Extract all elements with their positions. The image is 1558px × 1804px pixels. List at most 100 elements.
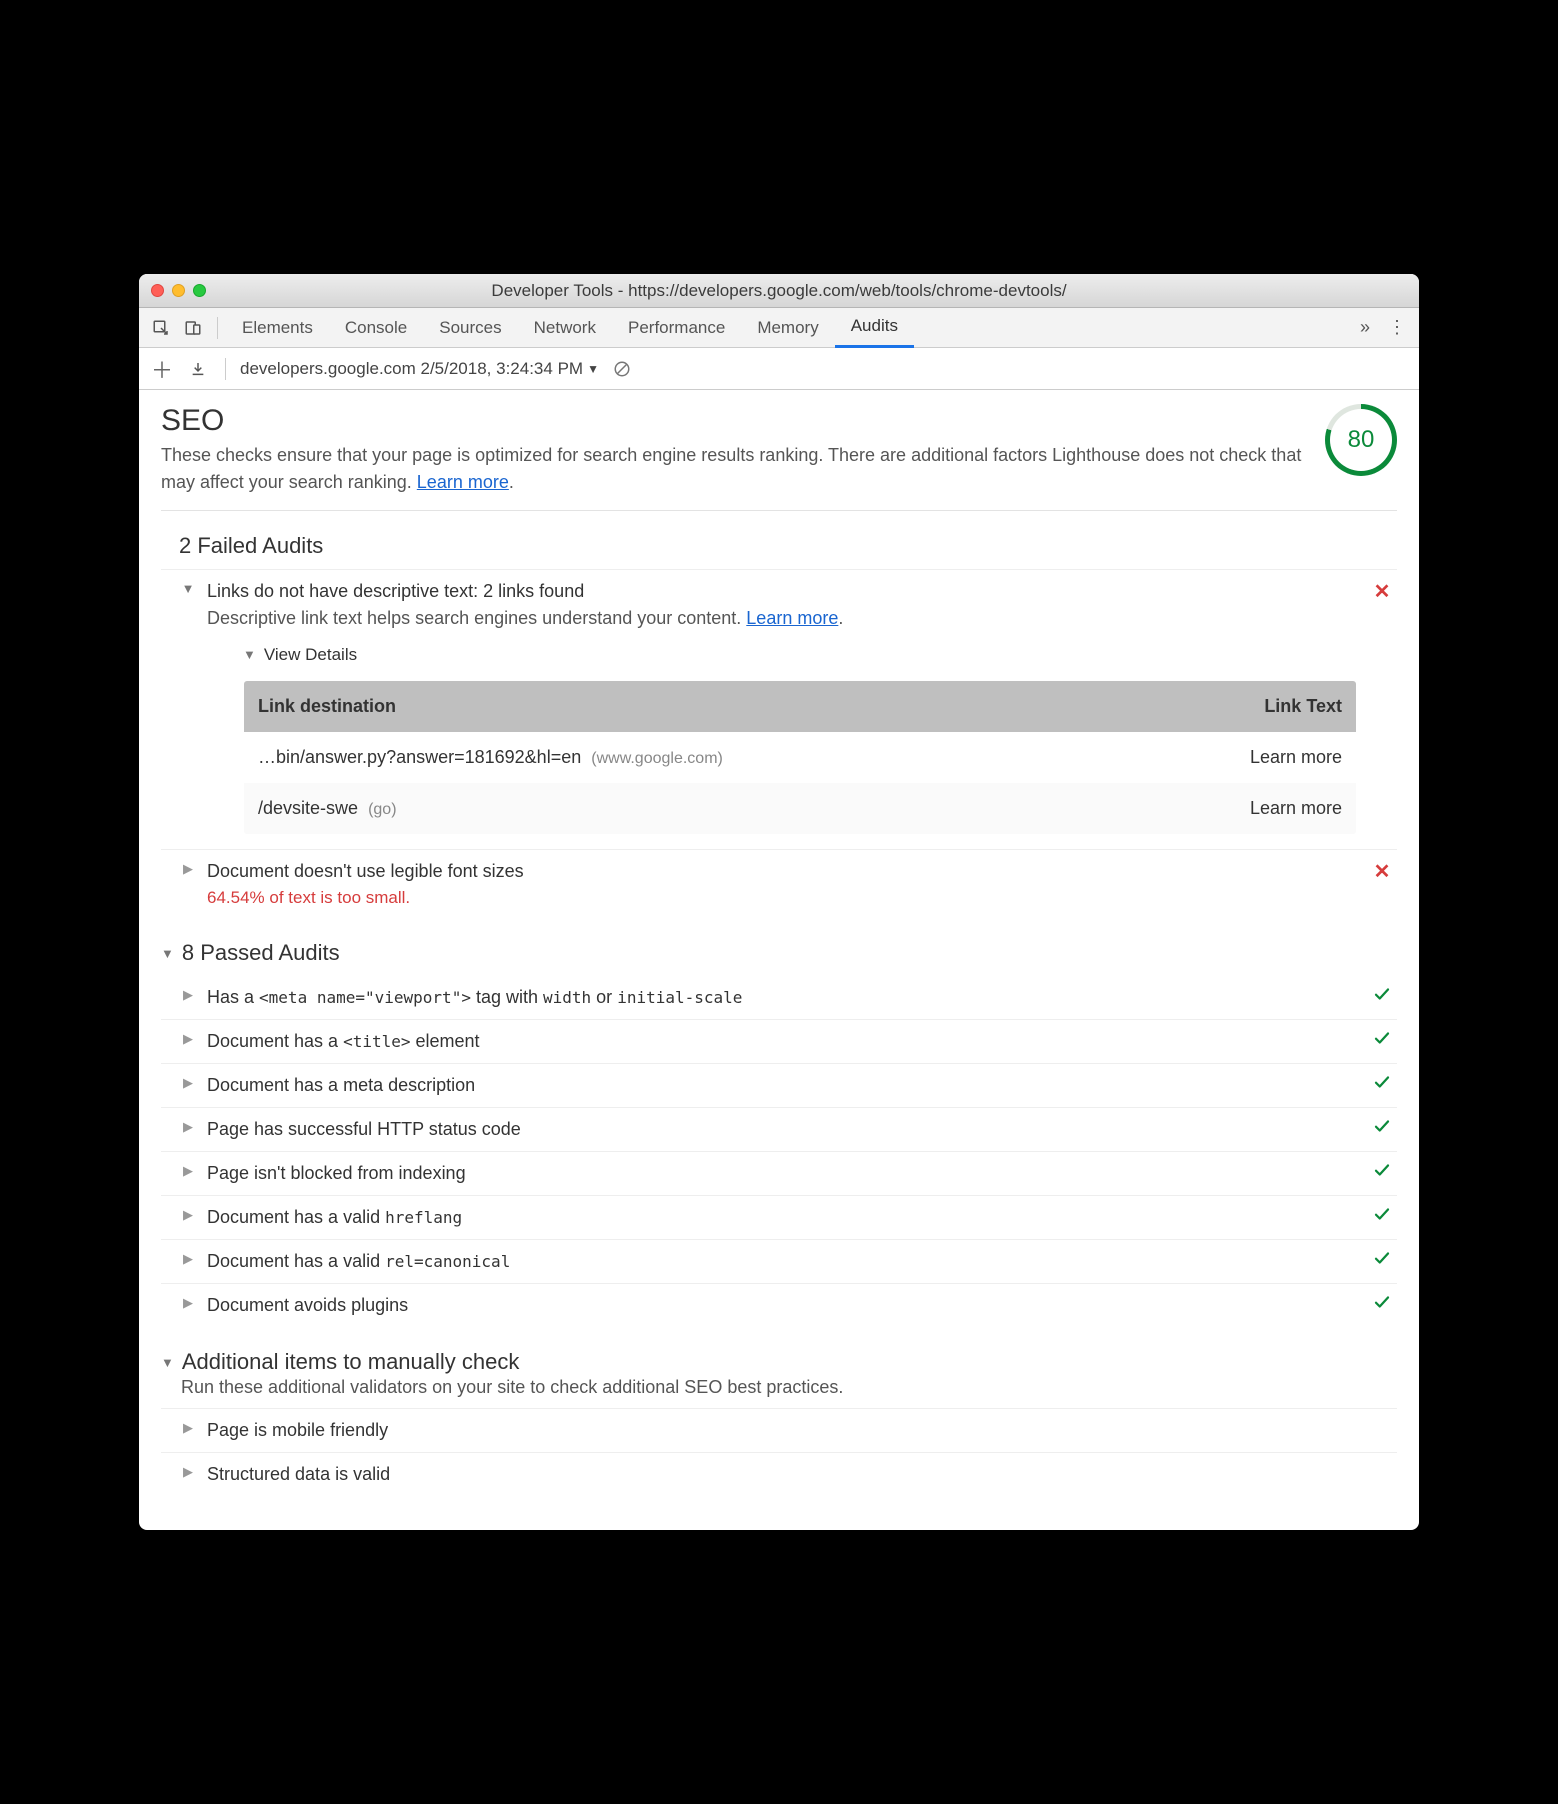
pass-icon [1367,984,1397,1009]
view-details-toggle[interactable]: ▼ View Details [243,642,1357,668]
chevron-down-icon: ▼ [587,362,599,376]
audit-title: Structured data is valid [207,1461,1357,1488]
traffic-lights [151,284,206,297]
audit-row-failed: ▶ Document doesn't use legible font size… [161,849,1397,919]
device-toolbar-icon[interactable] [177,312,209,344]
audits-toolbar: ＋ developers.google.com 2/5/2018, 3:24:3… [139,348,1419,390]
column-header: Link Text [1138,680,1357,732]
report-label: developers.google.com 2/5/2018, 3:24:34 … [240,359,583,379]
audit-title: Document has a meta description [207,1072,1357,1099]
audit-title: Page has successful HTTP status code [207,1116,1357,1143]
divider [225,358,226,380]
download-report-icon[interactable] [185,356,211,382]
titlebar: Developer Tools - https://developers.goo… [139,274,1419,308]
expand-toggle[interactable]: ▶ [179,1417,197,1436]
expand-toggle[interactable]: ▶ [179,1072,197,1091]
expand-toggle[interactable]: ▶ [179,1028,197,1047]
divider [217,317,218,339]
audit-title: Document has a <title> element [207,1028,1357,1055]
expand-toggle[interactable]: ▶ [179,1292,197,1311]
window-title: Developer Tools - https://developers.goo… [151,281,1407,301]
audit-row-manual: ▶ Structured data is valid [161,1452,1397,1496]
failed-audits-title: 2 Failed Audits [179,533,1397,559]
audit-row-passed: ▶ Document has a <title> element [161,1019,1397,1063]
category-title: SEO [161,404,1305,438]
audit-title: Has a <meta name="viewport"> tag with wi… [207,984,1357,1011]
devtools-tabstrip: Elements Console Sources Network Perform… [139,308,1419,348]
tab-console[interactable]: Console [329,308,423,348]
manual-checks-description: Run these additional validators on your … [181,1377,1397,1398]
audit-title: Document doesn't use legible font sizes [207,858,1357,885]
audit-row-passed: ▶ Page isn't blocked from indexing [161,1151,1397,1195]
chevron-down-icon: ▼ [161,946,174,961]
link-details-table: Link destination Link Text …bin/answer.p… [243,680,1357,835]
audit-row-passed: ▶ Has a <meta name="viewport"> tag with … [161,976,1397,1019]
pass-icon [1367,1116,1397,1141]
audit-details: ▼ View Details Link destination Link Tex… [235,642,1357,835]
new-audit-icon[interactable]: ＋ [149,356,175,382]
expand-toggle[interactable]: ▶ [179,1248,197,1267]
minimize-window-button[interactable] [172,284,185,297]
pass-icon [1367,1028,1397,1053]
audit-title: Document has a valid hreflang [207,1204,1357,1231]
expand-toggle[interactable]: ▼ [179,578,197,596]
expand-toggle[interactable]: ▶ [179,984,197,1003]
manual-checks-group: ▼ Additional items to manually check Run… [161,1349,1397,1496]
column-header: Link destination [244,680,1138,732]
manual-checks-toggle[interactable]: ▼ Additional items to manually check [161,1349,1397,1375]
table-row: …bin/answer.py?answer=181692&hl=en (www.… [244,732,1357,783]
category-description: These checks ensure that your page is op… [161,442,1305,496]
audit-title: Document has a valid rel=canonical [207,1248,1357,1275]
zoom-window-button[interactable] [193,284,206,297]
score-value: 80 [1348,426,1375,454]
report-selector[interactable]: developers.google.com 2/5/2018, 3:24:34 … [240,359,599,379]
audit-row-passed: ▶ Document avoids plugins [161,1283,1397,1327]
audit-row-manual: ▶ Page is mobile friendly [161,1408,1397,1452]
fail-icon: ✕ [1367,578,1397,604]
pass-icon [1367,1160,1397,1185]
tab-memory[interactable]: Memory [741,308,834,348]
chevron-down-icon: ▼ [243,645,256,665]
tab-elements[interactable]: Elements [226,308,329,348]
expand-toggle[interactable]: ▶ [179,1160,197,1179]
audit-warning-text: 64.54% of text is too small. [207,885,1357,911]
expand-toggle[interactable]: ▶ [179,858,197,877]
passed-audits-toggle[interactable]: ▼ 8 Passed Audits [161,940,1397,966]
tab-sources[interactable]: Sources [423,308,517,348]
chevron-down-icon: ▼ [161,1355,174,1370]
tab-network[interactable]: Network [518,308,612,348]
panel-tabs: Elements Console Sources Network Perform… [226,308,1349,348]
seo-header: SEO These checks ensure that your page i… [161,404,1397,511]
pass-icon [1367,1248,1397,1273]
score-gauge: 80 [1325,404,1397,476]
audit-title: Page is mobile friendly [207,1417,1357,1444]
pass-icon [1367,1292,1397,1317]
pass-icon [1367,1204,1397,1229]
audit-row-passed: ▶ Page has successful HTTP status code [161,1107,1397,1151]
tab-performance[interactable]: Performance [612,308,741,348]
passed-audits-group: ▼ 8 Passed Audits ▶ Has a <meta name="vi… [161,940,1397,1327]
kebab-menu-icon[interactable]: ⋮ [1381,317,1413,338]
audit-subtext: Descriptive link text helps search engin… [207,605,1357,632]
expand-toggle[interactable]: ▶ [179,1204,197,1223]
more-tabs-icon[interactable]: » [1349,317,1381,338]
audit-row-passed: ▶ Document has a valid hreflang [161,1195,1397,1239]
devtools-window: Developer Tools - https://developers.goo… [139,274,1419,1530]
learn-more-link[interactable]: Learn more [417,472,509,492]
clear-icon[interactable] [609,356,635,382]
inspect-element-icon[interactable] [145,312,177,344]
expand-toggle[interactable]: ▶ [179,1461,197,1480]
audit-row-passed: ▶ Document has a meta description [161,1063,1397,1107]
tab-audits[interactable]: Audits [835,308,914,348]
learn-more-link[interactable]: Learn more [746,608,838,628]
audit-title: Document avoids plugins [207,1292,1357,1319]
close-window-button[interactable] [151,284,164,297]
table-row: /devsite-swe (go) Learn more [244,783,1357,835]
pass-icon [1367,1072,1397,1097]
fail-icon: ✕ [1367,858,1397,884]
audit-row-failed: ▼ Links do not have descriptive text: 2 … [161,569,1397,849]
audit-title: Links do not have descriptive text: 2 li… [207,578,1357,605]
audit-title: Page isn't blocked from indexing [207,1160,1357,1187]
expand-toggle[interactable]: ▶ [179,1116,197,1135]
audit-content: SEO These checks ensure that your page i… [139,390,1419,1530]
